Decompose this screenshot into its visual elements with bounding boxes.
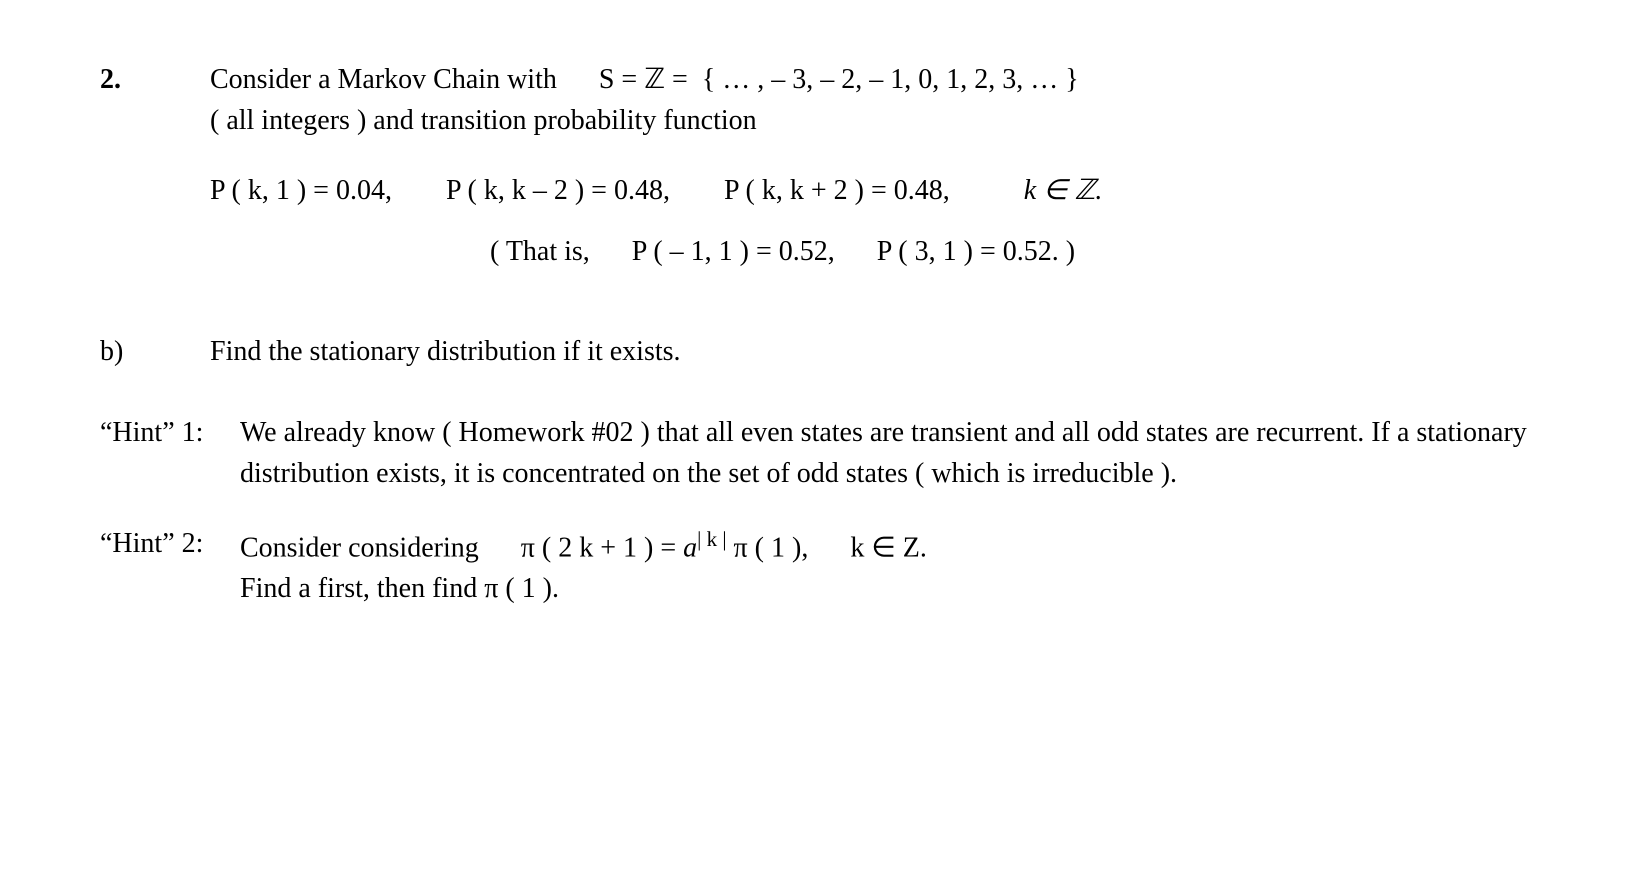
problem-number: 2. bbox=[100, 60, 210, 292]
hint-1-text: We already know ( Homework #02 ) that al… bbox=[240, 413, 1528, 494]
eq-p-k-km2: P ( k, k – 2 ) = 0.48, bbox=[446, 175, 670, 206]
hint-2-pre: Consider considering bbox=[240, 532, 521, 563]
part-b-label: b) bbox=[100, 332, 210, 373]
hint-2-pi-lhs: π ( 2 k + 1 ) = bbox=[521, 532, 683, 563]
hint-2-a: a bbox=[683, 532, 697, 563]
hint-2-abs-k-exponent: | k | bbox=[697, 527, 726, 551]
transition-equation-line: P ( k, 1 ) = 0.04, P ( k, k – 2 ) = 0.48… bbox=[210, 171, 1528, 212]
problem-intro-line-2: ( all integers ) and transition probabil… bbox=[210, 101, 1528, 142]
problem-body: Consider a Markov Chain with S = ℤ = { …… bbox=[210, 60, 1528, 292]
part-b-block: b) Find the stationary distribution if i… bbox=[100, 332, 1528, 373]
eq-p-k-1: P ( k, 1 ) = 0.04, bbox=[210, 175, 392, 206]
eq-domain: k ∈ ℤ. bbox=[1024, 175, 1103, 206]
part-b-text: Find the stationary distribution if it e… bbox=[210, 332, 1528, 373]
hint-2-line-1: Consider considering π ( 2 k + 1 ) = a| … bbox=[240, 524, 1528, 569]
hint-1-block: “Hint” 1: We already know ( Homework #02… bbox=[100, 413, 1528, 494]
transition-note-line: ( That is, P ( – 1, 1 ) = 0.52, P ( 3, 1… bbox=[210, 232, 1528, 273]
hint-2-body: Consider considering π ( 2 k + 1 ) = a| … bbox=[240, 524, 1528, 610]
problem-block: 2. Consider a Markov Chain with S = ℤ = … bbox=[100, 60, 1528, 292]
problem-intro-line-1: Consider a Markov Chain with S = ℤ = { …… bbox=[210, 60, 1528, 101]
hint-2-pi-rhs: π ( 1 ), k ∈ Z. bbox=[727, 532, 927, 563]
hint-2-block: “Hint” 2: Consider considering π ( 2 k +… bbox=[100, 524, 1528, 610]
hint-2-label: “Hint” 2: bbox=[100, 524, 240, 610]
hint-2-line-2: Find a first, then find π ( 1 ). bbox=[240, 569, 1528, 610]
hint-1-label: “Hint” 1: bbox=[100, 413, 240, 494]
eq-p-k-kp2: P ( k, k + 2 ) = 0.48, bbox=[724, 175, 950, 206]
